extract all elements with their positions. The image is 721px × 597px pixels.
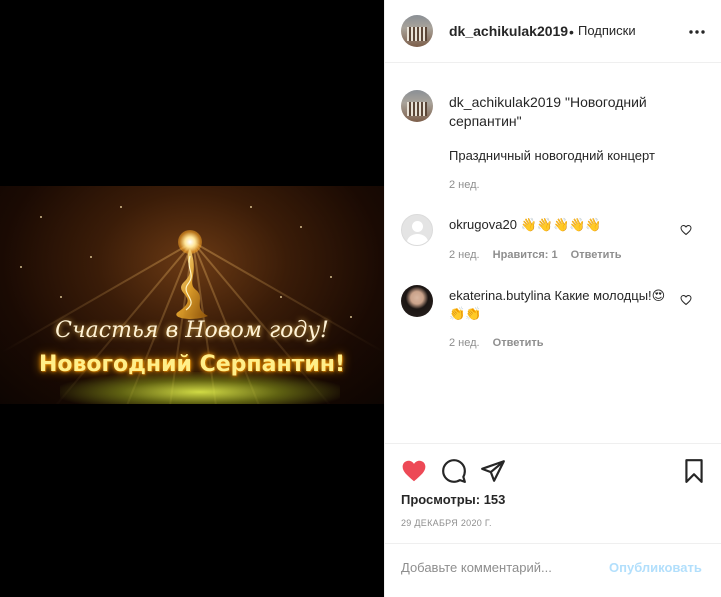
comment-avatar[interactable] (401, 214, 433, 246)
comment-text: ekaterina.butylina Какие молодцы!😍👏👏 (449, 287, 679, 323)
post-side-panel: dk_achikulak2019 • Подписки dk_achikulak… (384, 0, 721, 597)
comment-input[interactable]: Добавьте комментарий... (401, 560, 601, 575)
follow-status-button[interactable]: Подписки (578, 23, 636, 38)
heart-outline-icon[interactable] (680, 294, 692, 306)
comment-time[interactable]: 2 нед. (449, 249, 480, 261)
views-count[interactable]: Просмотры: 153 (401, 492, 505, 507)
caption-body: Праздничный новогодний концерт (449, 148, 655, 163)
video-title-text: Новогодний Серпантин! (38, 352, 346, 377)
comment-meta-row: 2 нед. Нравится: 1 Ответить (449, 249, 622, 261)
comment-bubble-icon[interactable] (441, 458, 467, 484)
heart-filled-icon[interactable] (401, 458, 427, 484)
comment-avatar[interactable] (401, 285, 433, 317)
comment-text: okrugova20 👋👋👋👋👋 (449, 216, 679, 233)
caption-time[interactable]: 2 нед. (449, 179, 480, 191)
comment-likes-count[interactable]: Нравится: 1 (493, 249, 558, 261)
author-username[interactable]: dk_achikulak2019 (449, 23, 568, 39)
comment-time[interactable]: 2 нед. (449, 337, 480, 349)
bookmark-icon[interactable] (681, 458, 707, 484)
reply-button[interactable]: Ответить (493, 337, 544, 349)
video-player[interactable]: Счастья в Новом году! Новогодний Серпант… (0, 186, 384, 404)
post-actions: Просмотры: 153 29 ДЕКАБРЯ 2020 Г. (385, 443, 721, 543)
caption-username[interactable]: dk_achikulak2019 (449, 94, 561, 110)
caption-text: dk_achikulak2019 "Новогодний серпантин" (449, 93, 689, 131)
comment-meta-row: 2 нед. Ответить (449, 337, 544, 349)
post-header: dk_achikulak2019 • Подписки (385, 0, 721, 63)
comment-username[interactable]: okrugova20 (449, 217, 517, 232)
add-comment-bar: Добавьте комментарий... Опубликовать (385, 543, 721, 597)
comment-body: 👋👋👋👋👋 (520, 217, 602, 232)
caption-avatar[interactable] (401, 90, 433, 122)
author-avatar[interactable] (401, 15, 433, 47)
christmas-tree-icon (176, 248, 208, 319)
post-media[interactable]: Счастья в Новом году! Новогодний Серпант… (0, 0, 384, 597)
video-greeting-text: Счастья в Новом году! (55, 318, 329, 343)
dot-separator: • (569, 24, 574, 40)
post-date[interactable]: 29 ДЕКАБРЯ 2020 Г. (401, 518, 492, 528)
more-dots-icon[interactable] (688, 24, 706, 40)
heart-outline-icon[interactable] (680, 224, 692, 236)
comment-username[interactable]: ekaterina.butylina (449, 288, 551, 303)
share-paper-plane-icon[interactable] (480, 458, 506, 484)
reply-button[interactable]: Ответить (571, 249, 622, 261)
publish-button[interactable]: Опубликовать (609, 560, 702, 575)
